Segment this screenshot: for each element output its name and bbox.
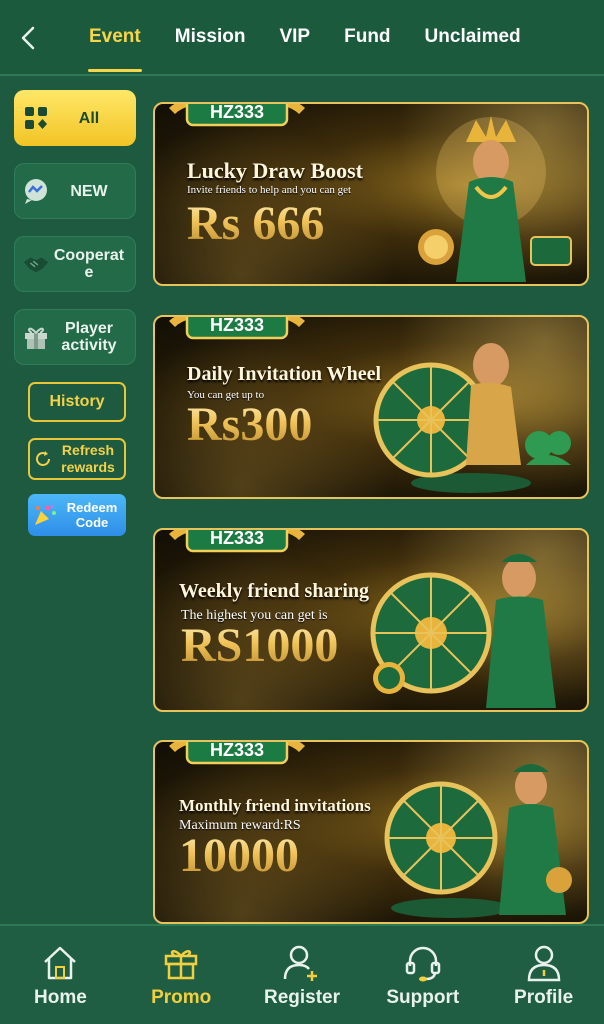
svg-text:HZ333: HZ333 xyxy=(210,102,264,122)
nav-label: Promo xyxy=(151,987,212,1008)
sidebar-item-label: All xyxy=(78,109,100,127)
banner-amount: RS1000 xyxy=(181,619,339,672)
banner-title: Monthly friend invitations xyxy=(179,796,371,815)
banner-amount: 10000 xyxy=(179,829,299,882)
banner-monthly-friend-invitations[interactable]: HZ333 Monthly friend invitations Maximum… xyxy=(153,740,589,924)
tab-unclaimed[interactable]: Unclaimed xyxy=(408,0,538,74)
sidebar-item-new[interactable]: NEW xyxy=(14,163,136,219)
refresh-icon xyxy=(36,451,50,466)
nav-register[interactable]: Register xyxy=(242,926,363,1024)
tab-bar: Event Mission VIP Fund Unclaimed xyxy=(72,0,604,74)
gift-icon xyxy=(22,323,50,351)
bottom-nav: Home Promo Register Support Profile xyxy=(0,924,604,1024)
hz333-logo: HZ333 xyxy=(169,528,305,553)
nav-label: Home xyxy=(34,987,87,1008)
handshake-icon xyxy=(22,250,50,278)
banner-amount: Rs 666 xyxy=(187,197,325,250)
sidebar: All NEW Cooperate Player activity Histor… xyxy=(14,90,138,536)
hz333-logo: HZ333 xyxy=(169,315,305,340)
sidebar-item-player-activity[interactable]: Player activity xyxy=(14,309,136,365)
add-user-icon xyxy=(282,943,322,983)
banner-weekly-friend-sharing[interactable]: HZ333 Weekly friend sharing The highest … xyxy=(153,528,589,712)
nav-promo[interactable]: Promo xyxy=(121,926,242,1024)
sidebar-item-label: Player activity xyxy=(61,320,117,354)
nav-profile[interactable]: Profile xyxy=(483,926,604,1024)
svg-text:HZ333: HZ333 xyxy=(210,740,264,760)
svg-text:HZ333: HZ333 xyxy=(210,315,264,335)
banner-amount: Rs300 xyxy=(187,398,313,451)
nav-label: Profile xyxy=(514,987,574,1008)
redeem-code-button[interactable]: Redeem Code xyxy=(28,494,126,536)
back-button[interactable] xyxy=(14,24,42,52)
nav-home[interactable]: Home xyxy=(0,926,121,1024)
sidebar-item-cooperate[interactable]: Cooperate xyxy=(14,236,136,292)
wheel-illustration xyxy=(384,764,572,918)
wheel-illustration xyxy=(370,554,556,708)
confetti-icon xyxy=(35,505,56,525)
redeem-code-label: Redeem Code xyxy=(66,500,118,530)
hz333-logo: HZ333 xyxy=(169,740,305,765)
user-icon xyxy=(524,943,564,983)
banner-title: Lucky Draw Boost xyxy=(187,158,364,183)
refresh-rewards-label: Refresh rewards xyxy=(61,442,115,475)
grid-icon xyxy=(22,104,50,132)
banner-title: Daily Invitation Wheel xyxy=(187,363,382,385)
history-button[interactable]: History xyxy=(28,382,126,422)
sidebar-item-all[interactable]: All xyxy=(14,90,136,146)
home-icon xyxy=(40,943,80,983)
chat-bubble-icon xyxy=(22,177,50,205)
goddess-illustration xyxy=(418,116,572,282)
wheel-illustration xyxy=(373,343,571,493)
nav-label: Support xyxy=(386,987,460,1008)
gift-box-icon xyxy=(161,943,201,983)
svg-text:HZ333: HZ333 xyxy=(210,528,264,548)
banner-daily-invitation-wheel[interactable]: HZ333 Daily Invitation Wheel You can get… xyxy=(153,315,589,499)
sidebar-item-label: Cooperate xyxy=(53,247,125,281)
headset-icon xyxy=(403,943,443,983)
hz333-logo: HZ333 xyxy=(169,102,305,127)
refresh-rewards-button[interactable]: Refresh rewards xyxy=(28,438,126,480)
top-bar: Event Mission VIP Fund Unclaimed xyxy=(0,0,604,76)
tab-fund[interactable]: Fund xyxy=(327,0,407,74)
sidebar-item-label: NEW xyxy=(70,182,108,200)
tab-event[interactable]: Event xyxy=(72,0,158,74)
nav-label: Register xyxy=(263,987,340,1008)
banner-subtitle: Invite friends to help and you can get xyxy=(187,184,352,196)
tab-vip[interactable]: VIP xyxy=(262,0,327,74)
banner-title: Weekly friend sharing xyxy=(179,580,370,602)
banner-lucky-draw-boost[interactable]: HZ333 Lucky Draw Boost Invite friends to… xyxy=(153,102,589,286)
tab-mission[interactable]: Mission xyxy=(158,0,263,74)
nav-support[interactable]: Support xyxy=(362,926,483,1024)
chevron-left-icon xyxy=(21,26,35,50)
